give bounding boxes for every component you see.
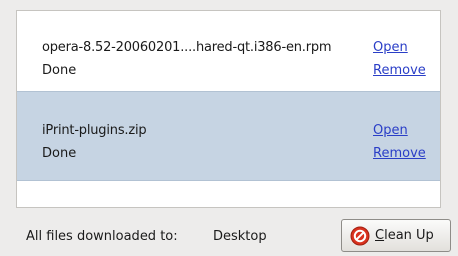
download-status: Done [42,63,77,78]
download-location-label: All files downloaded to: [26,229,178,244]
download-status: Done [42,146,77,161]
clean-up-button[interactable]: Clean Up [341,219,451,252]
download-list[interactable]: opera-8.52-20060201....hared-qt.i386-en.… [16,10,441,208]
download-location-value: Desktop [213,229,267,244]
remove-link[interactable]: Remove [373,146,426,161]
open-link[interactable]: Open [373,123,408,138]
remove-link[interactable]: Remove [373,63,426,78]
download-file-name: iPrint-plugins.zip [42,123,147,138]
clean-up-mnemonic: C [375,228,385,243]
download-item[interactable]: opera-8.52-20060201....hared-qt.i386-en.… [17,11,440,91]
download-item-selected[interactable]: iPrint-plugins.zip Done Open Remove [17,91,440,181]
download-file-name: opera-8.52-20060201....hared-qt.i386-en.… [42,40,332,55]
clear-icon [350,226,370,246]
downloads-window: opera-8.52-20060201....hared-qt.i386-en.… [0,0,458,256]
clean-up-label: Clean Up [375,228,434,243]
open-link[interactable]: Open [373,40,408,55]
clean-up-label-rest: lean Up [384,228,434,243]
